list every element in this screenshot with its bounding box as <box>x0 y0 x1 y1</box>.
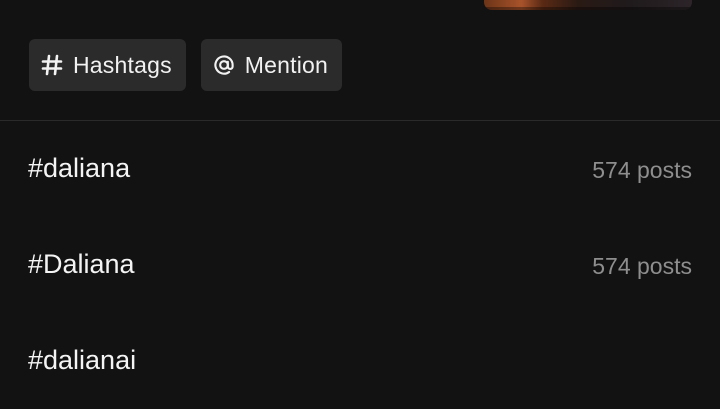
hashtag-results-list: #daliana 574 posts #Daliana 574 posts #d… <box>0 121 720 409</box>
hashtags-chip-label: Hashtags <box>73 51 172 78</box>
hashtag-name: #dalianai <box>28 345 137 375</box>
list-item[interactable]: #daliana 574 posts <box>0 121 720 217</box>
hashtag-name: #Daliana <box>28 249 135 279</box>
mention-chip-label: Mention <box>244 51 329 78</box>
hash-icon <box>41 54 63 76</box>
suggestion-chips: Hashtags Mention <box>29 39 343 91</box>
hashtags-chip[interactable]: Hashtags <box>29 39 186 91</box>
post-count: 574 posts <box>592 157 692 183</box>
post-count: 574 posts <box>592 253 692 279</box>
hashtag-name: #daliana <box>28 153 131 183</box>
mention-chip[interactable]: Mention <box>200 39 343 91</box>
media-thumbnail[interactable] <box>484 0 692 10</box>
list-item[interactable]: #Daliana 574 posts <box>0 217 720 313</box>
at-sign-icon <box>213 54 235 76</box>
list-item[interactable]: #dalianai <box>0 313 720 409</box>
